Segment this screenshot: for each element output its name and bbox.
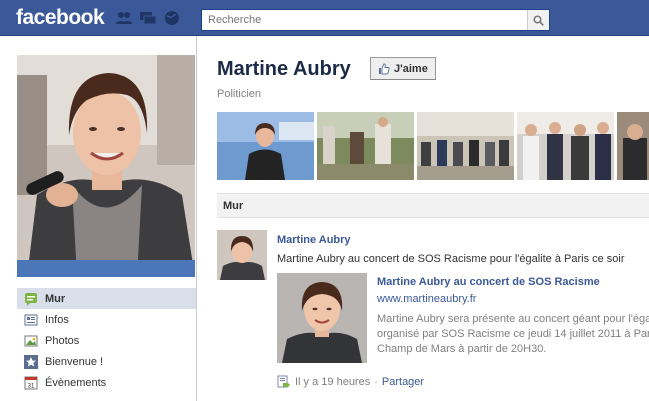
nav-item-welcome[interactable]: Bienvenue !	[17, 351, 196, 372]
nav-item-events[interactable]: 31 Évènements	[17, 372, 196, 393]
friend-requests-icon[interactable]	[115, 10, 133, 26]
facebook-logo[interactable]: facebook	[16, 6, 105, 30]
meta-separator: ·	[374, 376, 378, 388]
photo-thumbnail[interactable]	[517, 112, 614, 180]
search-button[interactable]	[527, 10, 549, 30]
story-timestamp[interactable]: Il y a 19 heures	[295, 376, 370, 388]
calendar-icon: 31	[24, 376, 38, 390]
like-label: J'aime	[394, 62, 428, 75]
link-post-icon	[277, 375, 290, 388]
page-title: Martine Aubry	[217, 58, 351, 80]
attachment-description: Martine Aubry sera présente au concert g…	[377, 313, 649, 355]
notification-icons	[115, 10, 181, 26]
thumbs-up-icon	[379, 63, 390, 74]
nav-item-label: Évènements	[45, 376, 107, 389]
top-bar: facebook	[0, 0, 649, 36]
nav-item-info[interactable]: Infos	[17, 309, 196, 330]
nav-item-wall[interactable]: Mur	[17, 288, 196, 309]
attachment-thumbnail[interactable]	[277, 273, 367, 363]
notifications-globe-icon[interactable]	[163, 10, 181, 26]
search-box	[201, 9, 550, 31]
nav-item-label: Mur	[45, 292, 66, 305]
messages-icon[interactable]	[139, 10, 157, 26]
nav-item-label: Bienvenue !	[45, 355, 104, 368]
profile-picture[interactable]	[17, 55, 195, 277]
info-icon	[24, 313, 38, 327]
share-link[interactable]: Partager	[382, 376, 424, 388]
svg-text:31: 31	[28, 383, 35, 389]
wall-header: Mur	[217, 193, 649, 218]
photo-thumbnail[interactable]	[417, 112, 514, 180]
attachment-url[interactable]: www.martineaubry.fr	[377, 293, 476, 305]
nav-item-label: Infos	[45, 313, 69, 326]
photo-thumbnail[interactable]	[317, 112, 414, 180]
attachment-title[interactable]: Martine Aubry au concert de SOS Racisme	[377, 276, 600, 288]
story-meta: Il y a 19 heures · Partager	[277, 375, 424, 389]
column-divider	[196, 36, 197, 401]
photos-icon	[24, 334, 38, 348]
photo-thumbnail[interactable]	[217, 112, 314, 180]
photo-strip	[217, 112, 649, 180]
like-button[interactable]: J'aime	[370, 57, 436, 80]
left-navigation: Mur Infos Photos Bienvenue ! 31 Évènemen…	[17, 288, 196, 393]
story-author-name[interactable]: Martine Aubry	[277, 234, 351, 246]
star-icon	[24, 354, 38, 369]
wall-icon	[24, 292, 38, 306]
search-input[interactable]	[202, 10, 522, 30]
photo-thumbnail[interactable]	[617, 112, 649, 180]
search-icon	[533, 14, 544, 26]
page-category[interactable]: Politicien	[217, 88, 261, 100]
nav-item-photos[interactable]: Photos	[17, 330, 196, 351]
story-author-avatar[interactable]	[217, 230, 267, 280]
nav-item-label: Photos	[45, 334, 80, 347]
story-message: Martine Aubry au concert de SOS Racisme …	[277, 253, 625, 265]
